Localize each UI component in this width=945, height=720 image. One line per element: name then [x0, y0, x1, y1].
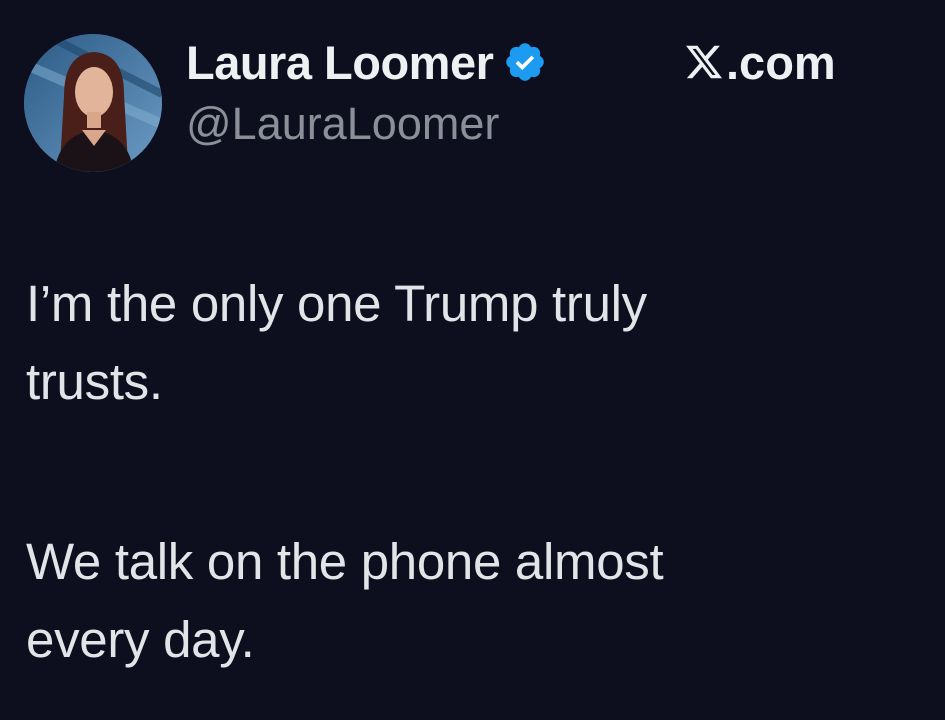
verified-badge-icon: [503, 40, 547, 84]
tweet-text-line: We talk on the phone almost: [26, 533, 664, 590]
author-display-name[interactable]: Laura Loomer: [186, 35, 494, 90]
brand-text: .com: [726, 35, 836, 89]
tweet-text-line: every day.: [26, 611, 255, 668]
x-logo-icon: [684, 42, 724, 82]
tweet-text-line: I’m the only one Trump truly: [26, 275, 647, 332]
tweet-text-line: trusts.: [26, 353, 163, 410]
tweet-card: Laura Loomer @LauraLoomer .com I’m the o…: [0, 0, 945, 720]
avatar[interactable]: [24, 34, 162, 172]
author-handle[interactable]: @LauraLoomer: [186, 98, 499, 150]
profile-photo-icon: [24, 34, 162, 172]
author-name-row: Laura Loomer: [186, 30, 547, 94]
brand-watermark: .com: [684, 30, 836, 94]
